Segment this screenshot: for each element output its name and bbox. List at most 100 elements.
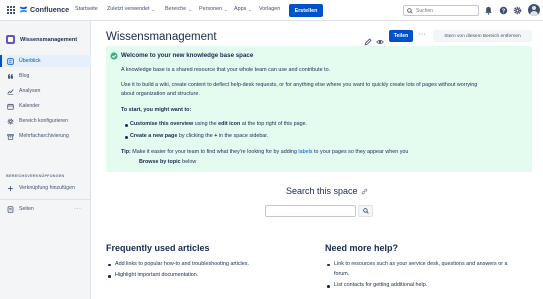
shortcuts-section-label: BEREICHSVERKNÜPFUNGEN (6, 174, 65, 178)
list-item-text: in the space sidebar. (217, 133, 269, 139)
check-circle-icon (110, 52, 118, 60)
sidebar-item-configure[interactable]: Bereich konfigurieren (0, 115, 91, 127)
search-input[interactable]: Suchen (403, 5, 479, 16)
tip-text: to your pages so they appear when you (312, 149, 409, 155)
nav-people-label: Personen (199, 6, 223, 12)
nav-home[interactable]: Startseite (75, 6, 98, 12)
list-item-bold: edit icon (218, 121, 241, 127)
sidebar-item-blog[interactable]: Blog (0, 70, 91, 82)
overview-icon (7, 57, 14, 65)
bullet (108, 263, 111, 267)
user-avatar[interactable] (528, 4, 540, 16)
sidebar-item-analytics[interactable]: Analysen (0, 85, 91, 97)
notifications-bell-icon[interactable] (483, 5, 493, 15)
sidebar-item-archive[interactable]: Mehrfacharchivierung (0, 130, 91, 142)
confluence-logo[interactable]: Confluence (19, 5, 69, 14)
list-item: Customise this overview using the edit i… (130, 120, 535, 129)
list-item-continued: forum. (334, 271, 350, 277)
tip-line-2: Browse by topic below (139, 158, 543, 167)
sidebar-item-label: Seiten (19, 206, 34, 212)
search-icon (362, 208, 369, 214)
pages-icon (7, 205, 14, 213)
sidebar-divider (0, 199, 91, 200)
chevron-down-icon: ⌄ (248, 6, 252, 12)
archive-icon (7, 133, 14, 140)
panel-paragraph-2-line1: Use it to build a wiki, create content t… (121, 82, 478, 88)
nav-people[interactable]: Personen ⌄ (199, 6, 227, 12)
space-search-input[interactable] (265, 205, 356, 217)
list-item: Add links to popular how-to and troubles… (115, 261, 249, 267)
bullet (125, 124, 128, 127)
nav-spaces[interactable]: Bereiche ⌄ (165, 6, 192, 12)
space-logo-icon (6, 35, 15, 44)
nav-recent-label: Zuletzt verwendet (107, 6, 150, 12)
tip-line: Tip: Make it easier for your team to fin… (121, 148, 526, 157)
nav-spaces-label: Bereiche (165, 6, 187, 12)
create-button[interactable]: Erstellen (289, 4, 323, 17)
nav-templates[interactable]: Vorlagen (259, 6, 280, 12)
pages-more-icon[interactable]: ··· (74, 206, 82, 212)
bullet (327, 285, 330, 288)
list-item-text: at the top right of this page. (240, 121, 308, 127)
edit-icon[interactable] (364, 33, 372, 46)
sidebar-item-label: Kalender (19, 103, 40, 109)
tip-text: Make it easier for your team to find wha… (130, 149, 299, 155)
confluence-logo-icon (19, 6, 28, 13)
app-name: Confluence (30, 5, 70, 14)
list-item: List contacts for getting additional hel… (334, 282, 428, 288)
more-actions-icon[interactable]: ··· (418, 31, 427, 38)
sidebar-item-overview[interactable]: Überblick (0, 55, 91, 67)
list-item-bold: Customise this overview (130, 121, 194, 127)
gear-icon (7, 118, 14, 124)
bullet (125, 136, 128, 139)
search-placeholder: Suchen (416, 7, 433, 14)
nav-apps[interactable]: Apps ⌄ (234, 6, 252, 12)
sidebar-item-label: Blog (19, 73, 30, 79)
panel-paragraph-2: Use it to build a wiki, create content t… (121, 81, 526, 100)
bullet (108, 275, 111, 278)
space-search-button[interactable] (358, 205, 373, 217)
list-item-text: by clicking the (177, 133, 215, 139)
top-navigation-bar: Confluence Startseite Zuletzt verwendet ⌄… (0, 0, 543, 21)
search-space-title: Search this space (286, 186, 358, 196)
panel-paragraph-1: A knowledge base is a shared resource th… (121, 67, 331, 73)
start-heading: To start, you might want to: (121, 107, 192, 113)
panel-title: Welcome to your new knowledge base space (121, 52, 254, 59)
need-help-heading: Need more help? (325, 243, 399, 253)
space-header[interactable]: Wissensmanagement (6, 35, 77, 44)
browse-by-topic-text: Browse by topic (139, 159, 181, 165)
list-item-bold: Create a new page (130, 133, 178, 139)
labels-link[interactable]: labels (298, 149, 312, 155)
list-item: Create a new page by clicking the + in t… (130, 132, 535, 141)
panel-paragraph-2-line2: about organization and structure. (121, 91, 200, 98)
sidebar-item-label: Analysen (19, 88, 41, 94)
tip-text: below (180, 159, 197, 165)
link-icon[interactable] (361, 188, 368, 195)
svg-text:?: ? (501, 8, 504, 14)
sidebar-item-label: Bereich konfigurieren (19, 118, 69, 124)
page-title: Wissensmanagement (106, 31, 217, 43)
search-space-heading: Search this space (286, 186, 368, 196)
chevron-down-icon: ⌄ (224, 6, 228, 12)
nav-templates-label: Vorlagen (259, 6, 281, 12)
chevron-down-icon: ⌄ (188, 6, 192, 12)
tip-label: Tip: (121, 149, 131, 155)
add-shortcut-label: Verknüpfung hinzufügen (19, 185, 75, 191)
nav-recent[interactable]: Zuletzt verwendet ⌄ (107, 6, 155, 12)
help-icon[interactable]: ? (498, 5, 508, 15)
share-button[interactable]: Teilen (389, 30, 413, 42)
sidebar-item-calendar[interactable]: Kalender (0, 100, 91, 112)
app-switcher-icon[interactable] (7, 6, 15, 14)
quote-icon (8, 73, 13, 79)
list-item: Link to resources such as your service d… (334, 261, 508, 267)
nav-apps-label: Apps (234, 6, 247, 12)
space-name: Wissensmanagement (20, 36, 78, 43)
unstar-space-button[interactable]: Stern von diesem Bereich entfernen (433, 30, 532, 42)
sidebar-item-label: Mehrfacharchivierung (19, 133, 69, 139)
gear-icon[interactable] (512, 5, 522, 15)
chevron-down-icon: ⌄ (151, 6, 155, 12)
calendar-icon (7, 103, 14, 110)
watch-icon[interactable] (376, 33, 384, 45)
sidebar-item-label: Überblick (19, 58, 41, 64)
add-shortcut-button[interactable]: Verknüpfung hinzufügen (0, 182, 91, 194)
